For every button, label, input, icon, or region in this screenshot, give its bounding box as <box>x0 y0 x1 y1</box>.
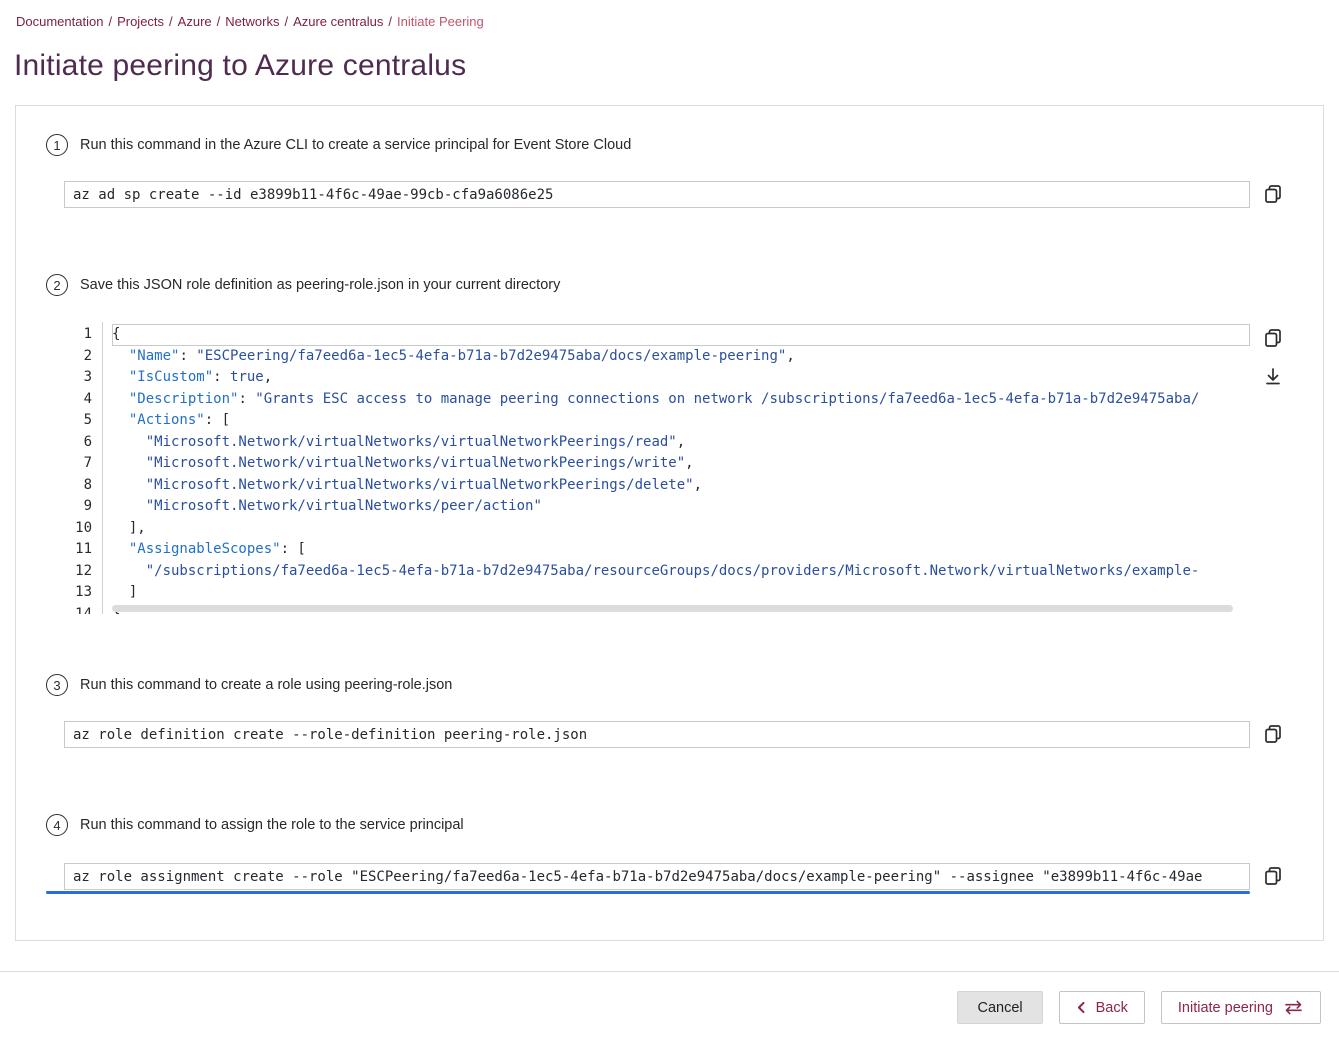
step-3-copy-button[interactable] <box>1263 724 1283 744</box>
step-4-command-scrollbar[interactable] <box>46 891 1250 894</box>
json-code-line[interactable]: ] <box>112 582 1250 604</box>
step-4-header: 4 Run this command to assign the role to… <box>46 814 1323 836</box>
copy-icon <box>1263 866 1283 886</box>
back-button[interactable]: Back <box>1059 991 1145 1024</box>
step-1-instruction: Run this command in the Azure CLI to cre… <box>80 137 631 153</box>
json-role-editor[interactable]: 1234567891011121314 { "Name": "ESCPeerin… <box>64 322 1250 614</box>
breadcrumb-item-azure-centralus[interactable]: Azure centralus <box>293 14 383 29</box>
step-3-command-wrap <box>64 721 1250 748</box>
json-code-line[interactable]: ], <box>112 518 1250 540</box>
json-code-line[interactable]: "/subscriptions/fa7eed6a-1ec5-4efa-b71a-… <box>112 561 1250 583</box>
breadcrumb-separator: / <box>108 14 112 29</box>
json-code-line[interactable]: "AssignableScopes": [ <box>112 539 1250 561</box>
step-2-number-badge: 2 <box>46 274 68 296</box>
swap-arrows-icon <box>1283 1000 1304 1015</box>
json-code-line[interactable]: "Actions": [ <box>112 410 1250 432</box>
step-3-command-row <box>64 721 1283 748</box>
footer-actions: Cancel Back Initiate peering <box>0 972 1339 1024</box>
step-2-download-button[interactable] <box>1263 366 1283 386</box>
step-2-instruction: Save this JSON role definition as peerin… <box>80 277 560 293</box>
json-editor-actions <box>1263 325 1283 386</box>
step-1-copy-button[interactable] <box>1263 184 1283 204</box>
step-4-instruction: Run this command to assign the role to t… <box>80 817 464 833</box>
json-code-line[interactable]: "Microsoft.Network/virtualNetworks/virtu… <box>112 475 1250 497</box>
download-icon <box>1263 366 1283 386</box>
page-title: Initiate peering to Azure centralus <box>14 49 1339 83</box>
json-code-line[interactable]: "Microsoft.Network/virtualNetworks/virtu… <box>112 453 1250 475</box>
copy-icon <box>1263 724 1283 744</box>
step-3-command-input[interactable] <box>64 721 1250 748</box>
step-4-command-row <box>64 863 1283 890</box>
step-1-header: 1 Run this command in the Azure CLI to c… <box>46 134 1323 156</box>
copy-icon <box>1263 184 1283 204</box>
breadcrumb-item-documentation[interactable]: Documentation <box>16 14 103 29</box>
breadcrumb-current: Initiate Peering <box>397 14 484 29</box>
json-code-line[interactable]: "Description": "Grants ESC access to man… <box>112 389 1250 411</box>
breadcrumb-item-networks[interactable]: Networks <box>225 14 279 29</box>
breadcrumb-separator: / <box>217 14 221 29</box>
chevron-left-icon <box>1076 1000 1086 1015</box>
breadcrumb-item-azure[interactable]: Azure <box>178 14 212 29</box>
cancel-button[interactable]: Cancel <box>957 991 1042 1024</box>
step-3-instruction: Run this command to create a role using … <box>80 677 452 693</box>
initiate-peering-button-label: Initiate peering <box>1178 1000 1273 1016</box>
json-horizontal-scrollbar[interactable] <box>112 605 1244 612</box>
step-3-header: 3 Run this command to create a role usin… <box>46 674 1323 696</box>
step-2-copy-button[interactable] <box>1263 328 1283 348</box>
step-1-number-badge: 1 <box>46 134 68 156</box>
step-4-command-input[interactable] <box>64 863 1250 890</box>
step-1-command-wrap <box>64 181 1250 208</box>
initiate-peering-wizard-card: 1 Run this command in the Azure CLI to c… <box>15 105 1324 941</box>
breadcrumb-separator: / <box>284 14 288 29</box>
json-code-lines[interactable]: { "Name": "ESCPeering/fa7eed6a-1ec5-4efa… <box>102 322 1250 614</box>
json-code-line[interactable]: "Name": "ESCPeering/fa7eed6a-1ec5-4efa-b… <box>112 346 1250 368</box>
json-code-line[interactable]: { <box>112 324 1250 346</box>
breadcrumb-separator: / <box>169 14 173 29</box>
json-code-line[interactable]: "Microsoft.Network/virtualNetworks/virtu… <box>112 432 1250 454</box>
json-horizontal-scrollbar-thumb[interactable] <box>112 605 1233 612</box>
breadcrumb-separator: / <box>388 14 392 29</box>
step-1-command-row <box>64 181 1283 208</box>
initiate-peering-button[interactable]: Initiate peering <box>1161 991 1321 1024</box>
breadcrumb: Documentation / Projects / Azure / Networks / Az… <box>0 0 1339 29</box>
step-4-copy-button[interactable] <box>1263 866 1283 886</box>
step-4-command-wrap <box>64 863 1250 890</box>
step-2-json-row: 1234567891011121314 { "Name": "ESCPeerin… <box>64 322 1283 614</box>
breadcrumb-item-projects[interactable]: Projects <box>117 14 164 29</box>
step-2-header: 2 Save this JSON role definition as peer… <box>46 274 1323 296</box>
copy-icon <box>1263 328 1283 348</box>
json-code-line[interactable]: "Microsoft.Network/virtualNetworks/peer/… <box>112 496 1250 518</box>
json-line-numbers: 1234567891011121314 <box>64 322 102 614</box>
back-button-label: Back <box>1096 1000 1128 1016</box>
step-4-number-badge: 4 <box>46 814 68 836</box>
step-1-command-input[interactable] <box>64 181 1250 208</box>
json-code-line[interactable]: "IsCustom": true, <box>112 367 1250 389</box>
step-3-number-badge: 3 <box>46 674 68 696</box>
